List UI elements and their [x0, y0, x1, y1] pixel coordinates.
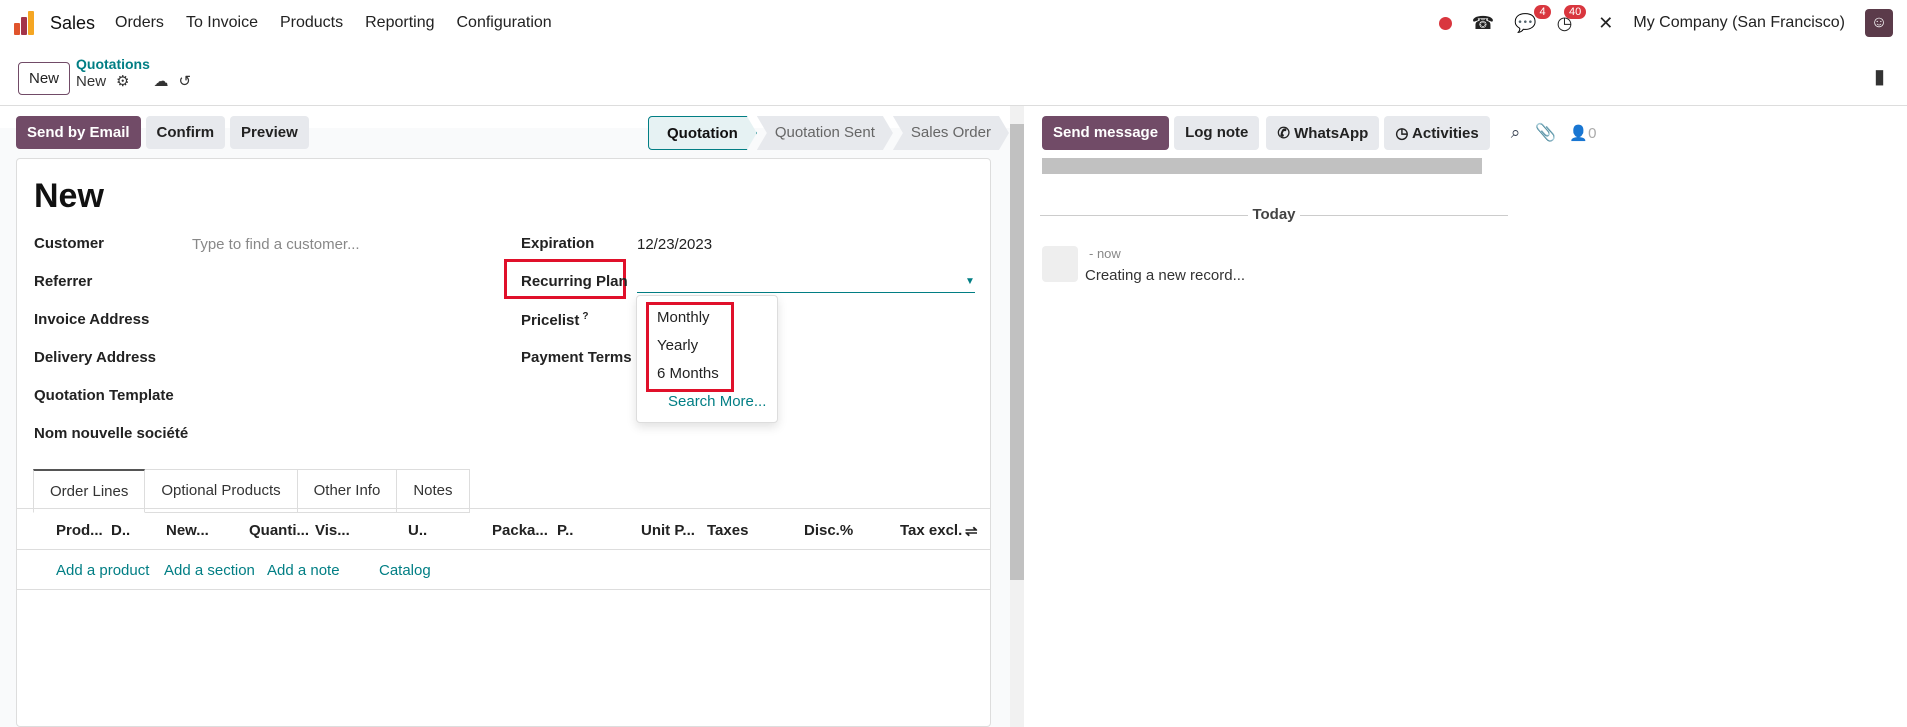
column-header[interactable]: Tax excl. — [900, 522, 962, 539]
preview-button[interactable]: Preview — [230, 116, 309, 149]
customer-input[interactable]: Type to find a customer... — [192, 236, 360, 253]
column-settings-icon[interactable]: ⇌ — [965, 522, 978, 540]
quotation-template-label: Quotation Template — [34, 387, 174, 404]
invoice-address-label: Invoice Address — [34, 311, 150, 328]
caret-down-icon[interactable]: ▼ — [965, 276, 975, 287]
messages-icon[interactable]: 💬 4 — [1514, 4, 1551, 34]
menu-orders[interactable]: Orders — [115, 14, 164, 32]
chatter: Send message Log note ✆ WhatsApp ◷ Activ… — [1024, 106, 1907, 727]
action-buttons: Send by Email Confirm Preview — [16, 116, 309, 149]
followers-icon[interactable]: 👤0 — [1569, 124, 1596, 150]
add-section-link[interactable]: Add a section — [164, 562, 255, 579]
paperclip-icon[interactable]: 📎 — [1535, 123, 1556, 150]
bookmark-icon[interactable]: ▮ — [1874, 64, 1885, 89]
column-header[interactable]: Prod... — [56, 522, 103, 539]
expiration-label: Expiration — [521, 235, 595, 252]
log-note-button[interactable]: Log note — [1174, 116, 1260, 150]
app-name[interactable]: Sales — [50, 13, 95, 34]
nom-nouvelle-societe-label: Nom nouvelle société — [34, 425, 189, 442]
tab-optional-products[interactable]: Optional Products — [145, 469, 298, 513]
company-switcher[interactable]: My Company (San Francisco) — [1633, 14, 1845, 32]
search-icon[interactable]: ⌕ — [1511, 123, 1521, 150]
order-lines-actions: Add a product Add a section Add a note C… — [17, 550, 990, 590]
form-sheet: New Customer Type to find a customer... … — [16, 158, 991, 727]
recurring-plan-input[interactable] — [637, 292, 975, 293]
notebook-tabs: Order Lines Optional Products Other Info… — [33, 469, 470, 513]
column-header[interactable]: P.. — [557, 522, 573, 539]
tab-other-info[interactable]: Other Info — [297, 469, 398, 513]
delivery-address-label: Delivery Address — [34, 349, 157, 366]
message-body: Creating a new record... — [1085, 267, 1246, 284]
menu-reporting[interactable]: Reporting — [365, 14, 434, 32]
clock-icon: ◷ — [1395, 125, 1413, 142]
column-header[interactable]: Packa... — [492, 522, 548, 539]
confirm-button[interactable]: Confirm — [145, 116, 226, 149]
status-bar: Quotation Quotation Sent Sales Order — [648, 116, 1009, 150]
send-by-email-button[interactable]: Send by Email — [16, 116, 141, 149]
breadcrumb-quotations[interactable]: Quotations — [76, 56, 191, 72]
breadcrumb: Quotations New ⚙ ☁ ↺ — [76, 56, 191, 90]
whatsapp-button[interactable]: ✆ WhatsApp — [1266, 116, 1380, 150]
menu-products[interactable]: Products — [280, 14, 343, 32]
column-header[interactable]: U.. — [408, 522, 427, 539]
phone-icon[interactable]: ☎ — [1472, 13, 1494, 34]
payment-terms-label: Payment Terms — [521, 349, 632, 366]
discard-undo-icon[interactable]: ↺ — [178, 72, 191, 90]
column-header[interactable]: D.. — [111, 522, 130, 539]
column-header[interactable]: Quanti... — [249, 522, 309, 539]
catalog-link[interactable]: Catalog — [379, 562, 431, 579]
column-header[interactable]: Unit P... — [641, 522, 695, 539]
new-button[interactable]: New — [18, 62, 71, 95]
column-header[interactable]: Taxes — [707, 522, 748, 539]
breadcrumb-current: New — [76, 72, 107, 90]
add-product-link[interactable]: Add a product — [56, 562, 149, 579]
form-scrollbar[interactable] — [1010, 106, 1024, 727]
debug-tools-icon[interactable]: ✕ — [1598, 13, 1613, 34]
search-more-link[interactable]: Search More... — [637, 388, 777, 416]
help-tooltip-icon[interactable]: ? — [582, 311, 588, 322]
sales-app-logo[interactable] — [14, 11, 40, 35]
column-header[interactable]: Vis... — [315, 522, 350, 539]
message-avatar — [1042, 246, 1078, 282]
activities-clock-icon[interactable]: ◷ 40 — [1557, 4, 1587, 34]
record-status-icon[interactable] — [1438, 16, 1452, 30]
gear-icon[interactable]: ⚙ — [116, 72, 129, 90]
whatsapp-icon: ✆ — [1277, 125, 1295, 142]
column-header[interactable]: New... — [166, 522, 209, 539]
record-title: New — [34, 177, 104, 215]
status-quotation[interactable]: Quotation — [648, 116, 757, 150]
menu-to-invoice[interactable]: To Invoice — [186, 14, 258, 32]
user-avatar[interactable]: ☺ — [1865, 9, 1893, 37]
tab-order-lines[interactable]: Order Lines — [33, 469, 146, 513]
referrer-label: Referrer — [34, 273, 93, 290]
add-note-link[interactable]: Add a note — [267, 562, 340, 579]
chatter-horizontal-scrollbar[interactable] — [1042, 158, 1482, 174]
top-navbar: Sales Orders To Invoice Products Reporti… — [0, 0, 1907, 46]
status-quotation-sent[interactable]: Quotation Sent — [757, 116, 893, 150]
column-header[interactable]: Disc.% — [804, 522, 853, 539]
send-message-button[interactable]: Send message — [1042, 116, 1170, 150]
recurring-plan-label: Recurring Plan — [521, 273, 628, 290]
date-separator: Today — [1040, 206, 1508, 223]
menu-configuration[interactable]: Configuration — [457, 14, 552, 32]
customer-label: Customer — [34, 235, 105, 252]
save-cloud-icon[interactable]: ☁ — [153, 72, 168, 90]
activities-button[interactable]: ◷ Activities — [1384, 116, 1490, 150]
tab-notes[interactable]: Notes — [397, 469, 470, 513]
pricelist-label: Pricelist? — [521, 311, 589, 329]
message-time: - now — [1089, 246, 1121, 261]
status-sales-order[interactable]: Sales Order — [893, 116, 1009, 150]
activities-badge: 40 — [1564, 4, 1587, 19]
expiration-input[interactable]: 12/23/2023 — [637, 236, 712, 253]
order-lines-header: Prod... D.. New... Quanti... Vis... U.. … — [17, 508, 990, 550]
messages-badge: 4 — [1534, 4, 1551, 19]
highlight-box-options — [646, 302, 734, 392]
control-panel: New Quotations New ⚙ ☁ ↺ ▮ — [0, 46, 1907, 106]
